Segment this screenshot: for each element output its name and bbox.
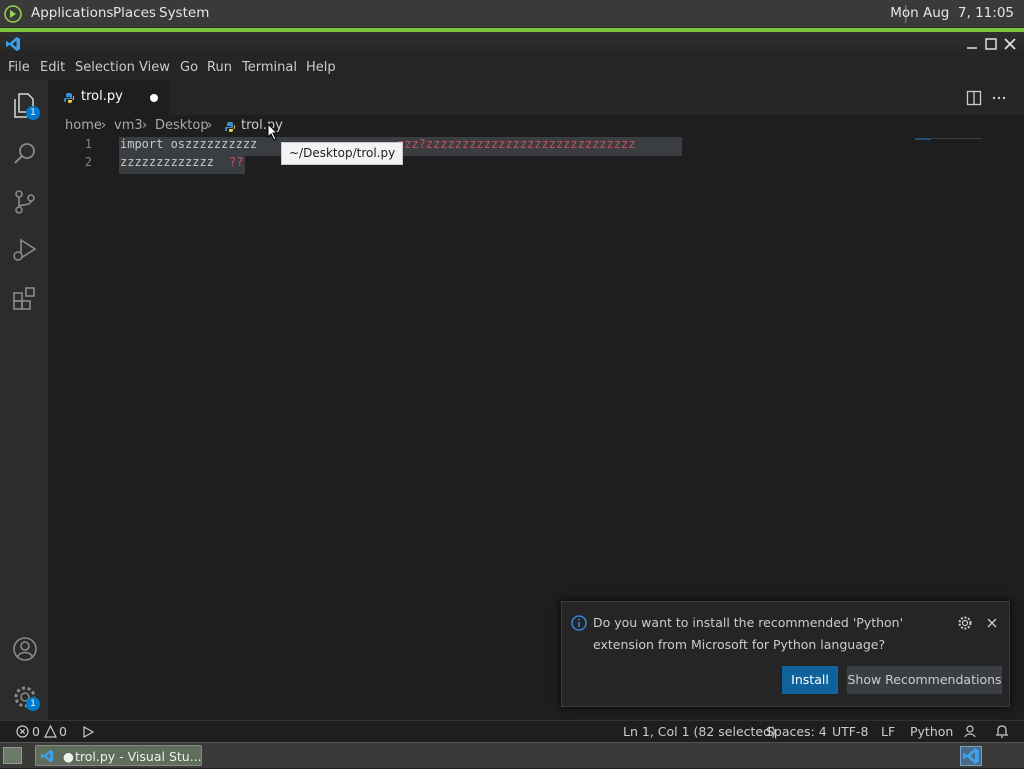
warning-count[interactable]: 0 bbox=[59, 724, 67, 739]
show-desktop-icon[interactable] bbox=[3, 747, 22, 764]
manage-button[interactable]: 1 bbox=[0, 672, 48, 720]
more-actions-icon[interactable] bbox=[991, 90, 1007, 106]
warning-icon[interactable] bbox=[44, 725, 57, 738]
info-icon bbox=[571, 615, 587, 631]
workspace-switcher[interactable] bbox=[960, 746, 982, 766]
breadcrumb-vm3[interactable]: vm3 bbox=[114, 118, 143, 133]
extensions-icon bbox=[13, 287, 35, 310]
mouse-cursor-icon bbox=[267, 123, 279, 141]
close-icon[interactable] bbox=[984, 615, 1000, 631]
explorer-badge: 1 bbox=[26, 106, 40, 120]
notification-message: Do you want to install the recommended '… bbox=[593, 615, 904, 652]
maximize-button[interactable] bbox=[982, 35, 1000, 53]
menu-run[interactable]: Run bbox=[207, 60, 232, 75]
menu-view[interactable]: View bbox=[139, 60, 170, 75]
minimap-slider[interactable] bbox=[915, 138, 931, 140]
menu-bar: File Edit Selection View Go Run Terminal… bbox=[0, 56, 1024, 80]
taskbar-item-label: trol.py - Visual Stu... bbox=[75, 749, 202, 764]
error-count[interactable]: 0 bbox=[32, 724, 40, 739]
accounts-button[interactable] bbox=[0, 624, 48, 672]
os-clock[interactable]: Mon Aug 7, 11:05 bbox=[890, 5, 1014, 21]
explorer-button[interactable]: 1 bbox=[0, 82, 48, 130]
gnome-foot-icon[interactable] bbox=[4, 5, 22, 23]
search-icon bbox=[14, 143, 35, 164]
extension-notification: Do you want to install the recommended '… bbox=[561, 601, 1010, 707]
error-icon[interactable] bbox=[16, 725, 29, 738]
end-of-line[interactable]: LF bbox=[881, 724, 895, 739]
manage-badge: 1 bbox=[26, 697, 40, 711]
menu-help[interactable]: Help bbox=[306, 60, 336, 75]
menu-edit[interactable]: Edit bbox=[40, 60, 65, 75]
extensions-button[interactable] bbox=[0, 274, 48, 322]
language-mode[interactable]: Python bbox=[910, 724, 953, 739]
chevron-right-icon: › bbox=[142, 118, 148, 133]
encoding[interactable]: UTF-8 bbox=[832, 724, 868, 739]
breadcrumb-tooltip: ~/Desktop/trol.py bbox=[281, 142, 404, 165]
tab-label: trol.py bbox=[81, 89, 123, 104]
code-line-2-string: ?? bbox=[229, 155, 244, 169]
source-control-icon bbox=[15, 190, 35, 214]
vscode-logo-icon bbox=[963, 748, 979, 764]
account-icon bbox=[13, 637, 37, 661]
menu-terminal[interactable]: Terminal bbox=[242, 60, 297, 75]
window-titlebar[interactable] bbox=[0, 32, 1024, 56]
python-file-icon bbox=[64, 93, 74, 103]
debug-icon[interactable] bbox=[80, 725, 95, 739]
code-line-1-string: zzz?zzzzzzzzzzzzzzzzzzzzzzzzzzzzz bbox=[397, 137, 636, 151]
os-menu-applications[interactable]: Applications bbox=[31, 5, 113, 21]
vscode-logo-icon bbox=[6, 37, 20, 51]
os-menu-system[interactable]: System bbox=[159, 5, 209, 21]
status-bar: 0 0 Ln 1, Col 1 (82 selected) Spaces: 4 … bbox=[0, 720, 1024, 742]
breadcrumb-home[interactable]: home bbox=[65, 118, 102, 133]
show-recommendations-button[interactable]: Show Recommendations bbox=[847, 666, 1002, 694]
vscode-logo-icon bbox=[40, 749, 54, 763]
taskbar-vscode-window[interactable]: ● trol.py - Visual Stu... bbox=[35, 745, 202, 766]
menu-go[interactable]: Go bbox=[180, 60, 198, 75]
close-window-button[interactable] bbox=[1001, 35, 1019, 53]
line-number: 2 bbox=[84, 155, 92, 169]
cursor-position[interactable]: Ln 1, Col 1 (82 selected) bbox=[623, 724, 776, 739]
indentation[interactable]: Spaces: 4 bbox=[766, 724, 827, 739]
tab-trol-py[interactable]: trol.py bbox=[48, 80, 169, 115]
split-editor-icon[interactable] bbox=[966, 90, 982, 106]
line-number: 1 bbox=[84, 137, 92, 151]
gear-icon[interactable] bbox=[957, 615, 973, 631]
chevron-right-icon: › bbox=[207, 118, 213, 133]
code-line-2-text: zzzzzzzzzzzzz bbox=[120, 155, 214, 169]
run-debug-button[interactable] bbox=[0, 226, 48, 274]
breadcrumb-desktop[interactable]: Desktop bbox=[155, 118, 209, 133]
bell-icon[interactable] bbox=[995, 724, 1009, 739]
minimap-line bbox=[930, 138, 982, 139]
source-control-button[interactable] bbox=[0, 178, 48, 226]
editor-tab-bar bbox=[48, 80, 1024, 115]
menu-selection[interactable]: Selection bbox=[75, 60, 135, 75]
install-button[interactable]: Install bbox=[782, 666, 838, 694]
breadcrumb: home › vm3 › Desktop › trol.py bbox=[48, 115, 1024, 137]
activity-bar: 1 1 bbox=[0, 80, 48, 720]
os-top-panel: Applications Places System Mon Aug 7, 11… bbox=[0, 0, 1024, 28]
unsaved-dot-icon[interactable] bbox=[150, 94, 158, 102]
feedback-icon[interactable] bbox=[964, 724, 979, 739]
menu-file[interactable]: File bbox=[8, 60, 30, 75]
chevron-right-icon: › bbox=[101, 118, 107, 133]
minimize-button[interactable] bbox=[963, 35, 981, 53]
code-line-1-text: import oszzzzzzzzzz bbox=[120, 137, 258, 151]
unsaved-dot-icon: ● bbox=[63, 749, 74, 764]
os-menu-places[interactable]: Places bbox=[113, 5, 156, 21]
run-debug-icon bbox=[13, 238, 37, 261]
python-file-icon bbox=[225, 122, 235, 132]
search-button[interactable] bbox=[0, 130, 48, 178]
